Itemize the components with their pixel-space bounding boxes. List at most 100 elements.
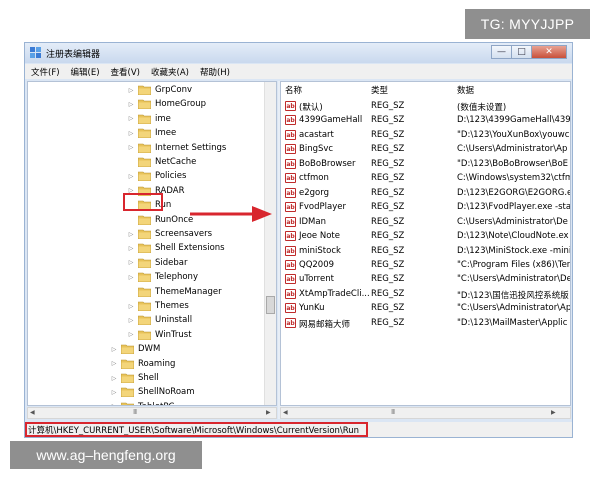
value-row[interactable]: ab miniStock REG_SZ D:\123\MiniStock.exe -m…	[281, 244, 570, 259]
minimize-button[interactable]: —	[491, 45, 511, 59]
expand-arrow-icon[interactable]: ▷	[127, 115, 135, 122]
value-name: XtAmpTradeCli...	[299, 288, 370, 299]
value-row[interactable]: ab BingSvc REG_SZ C:\Users\Administrator\Ap	[281, 142, 570, 157]
folder-icon	[121, 387, 134, 398]
expand-arrow-icon[interactable]: ▷	[110, 346, 118, 353]
tree-item[interactable]: ▷ Screensavers	[127, 227, 212, 241]
tree-vertical-scrollbar[interactable]	[264, 82, 276, 405]
string-value-icon: ab	[285, 187, 296, 198]
expand-arrow-icon[interactable]: ▷	[127, 101, 135, 108]
expand-arrow-icon[interactable]: ▷	[127, 87, 135, 94]
value-row[interactable]: ab Jeoe Note REG_SZ D:\123\Note\CloudNote.e…	[281, 229, 570, 244]
tree-horizontal-scrollbar[interactable]: ◀ III ▶	[27, 407, 277, 419]
value-row[interactable]: ab YunKu REG_SZ "C:\Users\Administrator\Ap	[281, 301, 570, 316]
maximize-button[interactable]: □	[511, 45, 531, 59]
tree-item-label: HomeGroup	[155, 99, 206, 110]
value-type: REG_SZ	[371, 259, 405, 270]
tree-scroll-thumb[interactable]	[266, 296, 275, 314]
tree-item[interactable]: RunOnce	[127, 213, 193, 227]
red-arrow-icon	[190, 206, 272, 222]
expand-arrow-icon[interactable]: ▷	[127, 303, 135, 310]
expand-arrow-icon[interactable]: ▷	[127, 231, 135, 238]
value-row[interactable]: ab XtAmpTradeCli... REG_SZ "D:\123\国信迅投风控系统…	[281, 287, 570, 302]
value-name: miniStock	[299, 245, 341, 256]
tree-item[interactable]: ▷ Sidebar	[127, 256, 187, 270]
value-row[interactable]: ab BoBoBrowser REG_SZ "D:\123\BoBoBrowser\B…	[281, 157, 570, 172]
scroll-left-icon[interactable]: ◀	[30, 409, 35, 416]
value-row[interactable]: ab FvodPlayer REG_SZ D:\123\FvodPlayer.exe …	[281, 200, 570, 215]
value-data: D:\123\4399GameHall\4399	[457, 115, 571, 126]
key-tree-pane[interactable]: ▷ GrpConv ▷ HomeGroup ▷ ime ▷ Imee ▷ Internet Set…	[27, 81, 277, 406]
menu-edit[interactable]: 编辑(E)	[71, 66, 100, 78]
tree-item[interactable]: ▷ DWM	[110, 342, 160, 356]
folder-icon	[121, 373, 134, 383]
value-row[interactable]: ab (默认) REG_SZ (数值未设置)	[281, 99, 570, 114]
menu-file[interactable]: 文件(F)	[31, 66, 60, 78]
scroll-left-icon[interactable]: ◀	[283, 409, 288, 416]
tree-item[interactable]: ▷ Imee	[127, 126, 176, 140]
value-name: BoBoBrowser	[299, 158, 356, 169]
value-data: "C:\Users\Administrator\De	[457, 274, 571, 285]
tree-item[interactable]: ▷ WinTrust	[127, 328, 192, 342]
tree-item[interactable]: ▷ Telephony	[127, 270, 198, 284]
tree-item[interactable]: ▷ HomeGroup	[127, 97, 206, 111]
values-pane[interactable]: 名称 类型 数据 ab (默认) REG_SZ (数值未设置) ab 4399GameHa…	[280, 81, 571, 406]
tree-item[interactable]: ▷ Policies	[127, 169, 186, 183]
tree-item[interactable]: ▷ Shell Extensions	[127, 241, 225, 255]
tree-item[interactable]: ▷ ime	[127, 112, 171, 126]
scroll-right-icon[interactable]: ▶	[551, 409, 556, 416]
tree-item-label: Screensavers	[155, 229, 213, 239]
menu-help[interactable]: 帮助(H)	[200, 66, 230, 78]
value-type: REG_SZ	[371, 129, 405, 140]
string-value-icon: ab	[285, 101, 296, 111]
scroll-right-icon[interactable]: ▶	[266, 409, 271, 416]
column-header-type[interactable]: 类型	[371, 84, 388, 96]
values-horizontal-scrollbar[interactable]: ◀ III ▶	[280, 407, 571, 419]
expand-arrow-icon[interactable]: ▷	[127, 259, 135, 266]
tree-item-label: Themes	[155, 301, 189, 311]
value-row[interactable]: ab ctfmon REG_SZ C:\Windows\system32\ctfm	[281, 171, 570, 186]
expand-arrow-icon[interactable]: ▷	[127, 130, 135, 137]
expand-arrow-icon[interactable]: ▷	[127, 331, 135, 338]
value-name: e2gorg	[299, 187, 329, 198]
value-row[interactable]: ab IDMan REG_SZ C:\Users\Administrator\De	[281, 215, 570, 230]
expand-arrow-icon[interactable]: ▷	[110, 403, 118, 405]
expand-arrow-icon[interactable]: ▷	[127, 274, 135, 281]
value-row[interactable]: ab 4399GameHall REG_SZ D:\123\4399GameHall\…	[281, 113, 571, 128]
value-type: REG_SZ	[371, 231, 405, 242]
title-bar[interactable]: 注册表编辑器 — □ ✕	[25, 43, 572, 63]
tree-item[interactable]: NetCache	[127, 155, 196, 169]
value-row[interactable]: ab 网易邮箱大师 REG_SZ "D:\123\MailMaster\Applic	[281, 316, 570, 331]
column-header-name[interactable]: 名称	[285, 84, 302, 96]
menu-favorites[interactable]: 收藏夹(A)	[151, 66, 189, 78]
close-button[interactable]: ✕	[531, 45, 567, 59]
menu-view[interactable]: 查看(V)	[111, 66, 140, 78]
value-name: Jeoe Note	[299, 231, 340, 242]
string-value-icon: ab	[285, 216, 296, 227]
value-type: REG_SZ	[371, 115, 405, 126]
tree-item[interactable]: ▷ Roaming	[110, 357, 175, 371]
tree-item[interactable]: ▷ TabletPC	[110, 400, 174, 405]
tree-item[interactable]: ▷ ShellNoRoam	[110, 385, 195, 399]
value-row[interactable]: ab acastart REG_SZ "D:\123\YouXunBox\youwc	[281, 128, 570, 143]
tree-item[interactable]: ▷ Themes	[127, 299, 189, 313]
value-row[interactable]: ab uTorrent REG_SZ "C:\Users\Administrator\…	[281, 272, 571, 287]
tree-item[interactable]: ▷ Shell	[110, 371, 159, 385]
expand-arrow-icon[interactable]: ▷	[127, 245, 135, 252]
value-row[interactable]: ab e2gorg REG_SZ D:\123\E2GORG\E2GORG.e	[281, 186, 570, 201]
tree-item[interactable]: ▷ Uninstall	[127, 313, 192, 327]
expand-arrow-icon[interactable]: ▷	[110, 375, 118, 382]
expand-arrow-icon[interactable]: ▷	[127, 144, 135, 151]
tree-item[interactable]: ThemeManager	[127, 285, 222, 299]
value-data: "D:\123\YouXunBox\youwc	[457, 129, 570, 140]
tree-item[interactable]: ▷ GrpConv	[127, 83, 192, 97]
expand-arrow-icon[interactable]: ▷	[110, 360, 118, 367]
expand-arrow-icon[interactable]: ▷	[127, 173, 135, 180]
expand-arrow-icon[interactable]: ▷	[127, 317, 135, 324]
value-row[interactable]: ab QQ2009 REG_SZ "C:\Program Files (x86)\Te…	[281, 258, 570, 273]
value-name: QQ2009	[299, 259, 335, 270]
expand-arrow-icon[interactable]: ▷	[110, 389, 118, 396]
value-type: REG_SZ	[371, 303, 405, 314]
tree-item[interactable]: ▷ Internet Settings	[127, 141, 226, 155]
column-header-data[interactable]: 数据	[457, 84, 474, 96]
